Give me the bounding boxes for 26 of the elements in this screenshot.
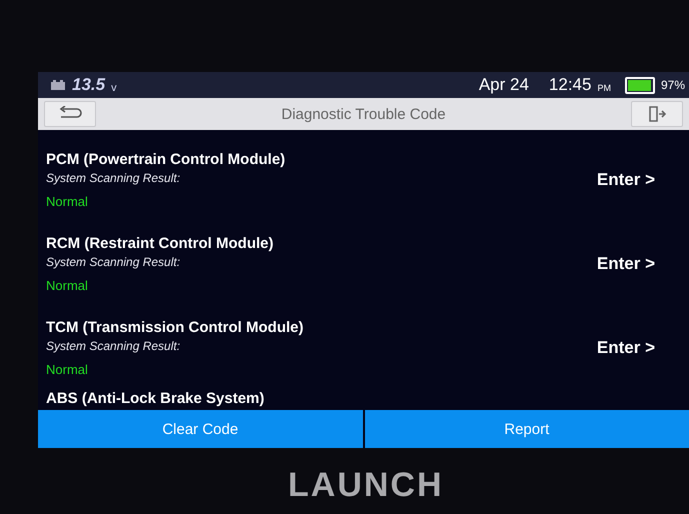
module-name: PCM (Powertrain Control Module) [46,151,286,168]
module-name: RCM (Restraint Control Module) [46,235,274,252]
module-name: TCM (Transmission Control Module) [46,319,304,336]
result-status: Normal [46,278,88,293]
result-label: System Scanning Result: [46,171,180,185]
voltage-unit: v [111,82,117,94]
status-meridiem: PM [597,82,611,92]
battery-icon [624,76,655,94]
enter-link[interactable]: Enter > [596,170,655,190]
back-button[interactable] [44,101,96,127]
result-status: Normal [46,194,88,209]
brand-logo: LAUNCH [288,466,445,505]
battery-car-icon [50,79,66,91]
enter-link[interactable]: Enter > [596,338,655,358]
exit-button[interactable] [631,101,683,127]
result-label: System Scanning Result: [46,339,180,353]
battery-percent: 97% [660,78,685,92]
exit-door-icon [648,105,666,123]
voltage-reading: 13.5 [72,75,106,95]
window-title: Diagnostic Trouble Code [280,106,447,122]
enter-link[interactable]: Enter > [596,254,655,274]
status-time: 12:45 [548,75,592,95]
status-date: Apr 24 [478,75,529,95]
result-status: Normal [46,362,88,377]
result-label: System Scanning Result: [46,255,180,269]
module-name: ABS (Anti-Lock Brake System) [46,390,264,407]
